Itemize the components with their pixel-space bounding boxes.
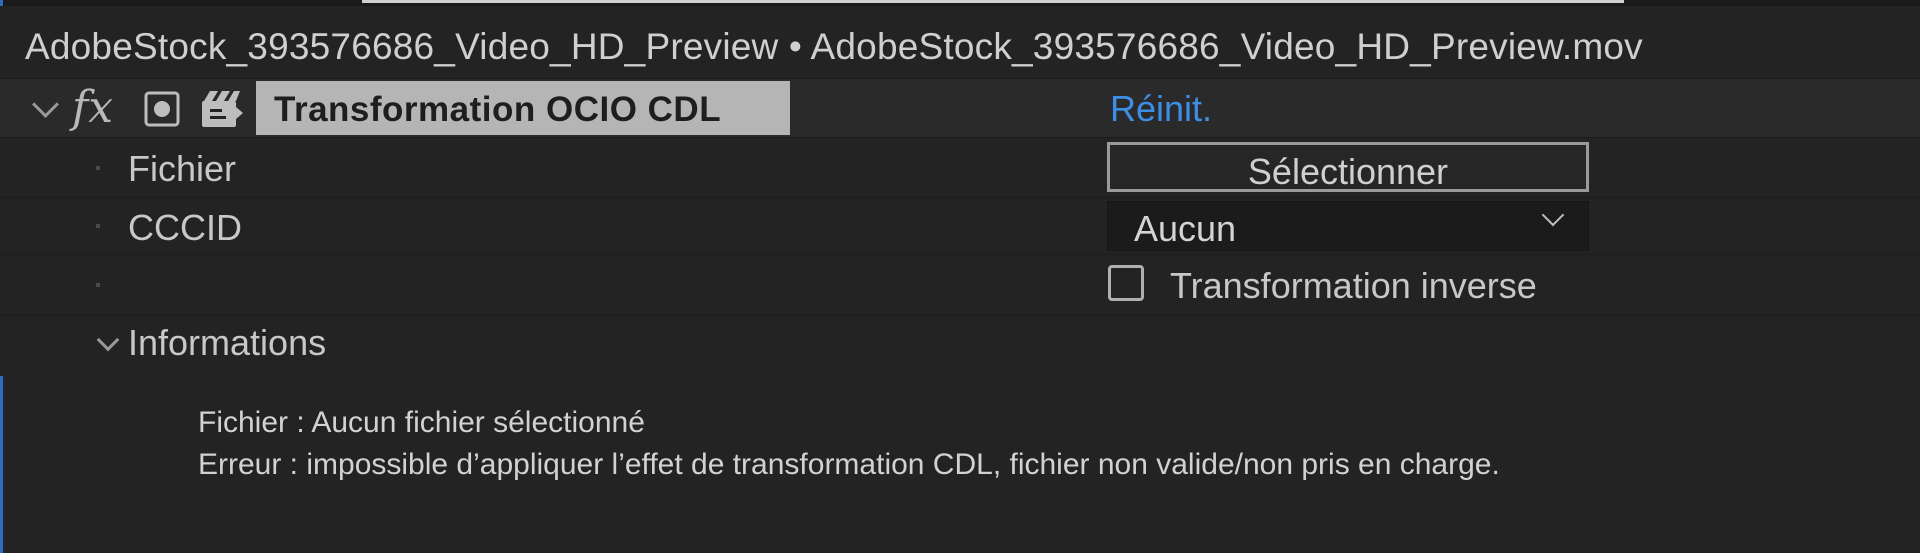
info-file-line: Fichier : Aucun fichier sélectionné [198, 406, 645, 439]
select-file-button[interactable]: Sélectionner [1107, 142, 1589, 192]
property-bullet [96, 283, 100, 287]
property-row-fichier: Fichier Sélectionner [0, 138, 1920, 198]
chevron-down-icon[interactable] [96, 328, 120, 352]
layer-title: AdobeStock_393576686_Video_HD_Preview • … [25, 26, 1643, 67]
fichier-label: Fichier [128, 148, 237, 189]
property-bullet [96, 166, 100, 170]
effect-name-box[interactable]: Transformation OCIO CDL [256, 81, 790, 135]
effect-header-row[interactable]: fx Transformation OCIO CDL Réinit. [0, 79, 1920, 138]
inverse-checkbox[interactable] [1108, 265, 1144, 301]
cccid-selected-value: Aucun [1134, 208, 1237, 249]
panel-title-bar: AdobeStock_393576686_Video_HD_Preview • … [0, 6, 1920, 79]
info-error-line: Erreur : impossible d’appliquer l’effet … [198, 448, 1500, 481]
cccid-label: CCCID [128, 207, 242, 248]
active-tab-indicator [362, 0, 1624, 3]
select-file-button-label: Sélectionner [1247, 151, 1449, 192]
reset-link[interactable]: Réinit. [1110, 88, 1212, 130]
informations-group-header[interactable]: Informations [0, 316, 1920, 376]
inverse-checkbox-label[interactable]: Transformation inverse [1170, 265, 1537, 307]
property-row-cccid: CCCID Aucun [0, 198, 1920, 255]
effect-controls-panel: AdobeStock_393576686_Video_HD_Preview • … [0, 0, 1920, 553]
chevron-down-icon[interactable] [32, 91, 59, 118]
informations-label: Informations [128, 322, 327, 363]
fx-icon[interactable]: fx [72, 83, 113, 133]
film-icon[interactable] [200, 89, 244, 129]
effect-name: Transformation OCIO CDL [274, 90, 722, 129]
property-row-inverse: Transformation inverse [0, 255, 1920, 316]
property-bullet [96, 224, 100, 228]
mask-icon[interactable] [144, 91, 180, 127]
cccid-dropdown[interactable]: Aucun [1107, 201, 1589, 251]
